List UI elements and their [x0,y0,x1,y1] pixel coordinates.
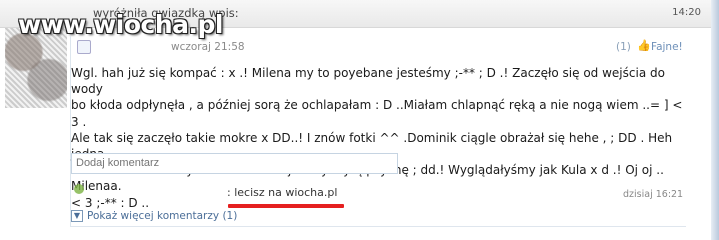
notification-time: 14:20 [672,7,701,18]
user-icon[interactable] [77,40,91,54]
avatar[interactable] [5,28,67,108]
post-card: wczoraj 21:58 (1) 👍 Fajne! Wgl. hah już … [70,36,687,226]
comment-time: dzisiaj 16:21 [623,189,684,200]
show-more-label[interactable]: Pokaż więcej komentarzy [87,210,219,222]
commenter-avatar[interactable] [74,184,84,194]
post-time: wczoraj 21:58 [171,41,245,53]
comment-input[interactable] [71,153,398,174]
show-more-count[interactable]: (1) [222,210,237,222]
like-button[interactable]: Fajne! [651,41,683,53]
post-body: Wgl. hah już się kompać : x .! Milena my… [71,66,683,210]
comment-text: : lecisz na wiocha.pl [227,186,338,199]
likes-count: (1) [616,41,631,53]
post-divider [70,226,686,227]
window-edge [711,0,719,240]
watermark-logo: www.wiocha.pl [18,10,223,39]
red-underline [228,204,344,208]
show-more-comments-link[interactable]: Pokaż więcej komentarzy (1) [87,210,237,222]
expand-icon[interactable]: ▼ [71,210,83,222]
thumbs-up-icon[interactable]: 👍 [637,39,651,52]
post-header: wczoraj 21:58 (1) 👍 Fajne! [71,36,687,58]
